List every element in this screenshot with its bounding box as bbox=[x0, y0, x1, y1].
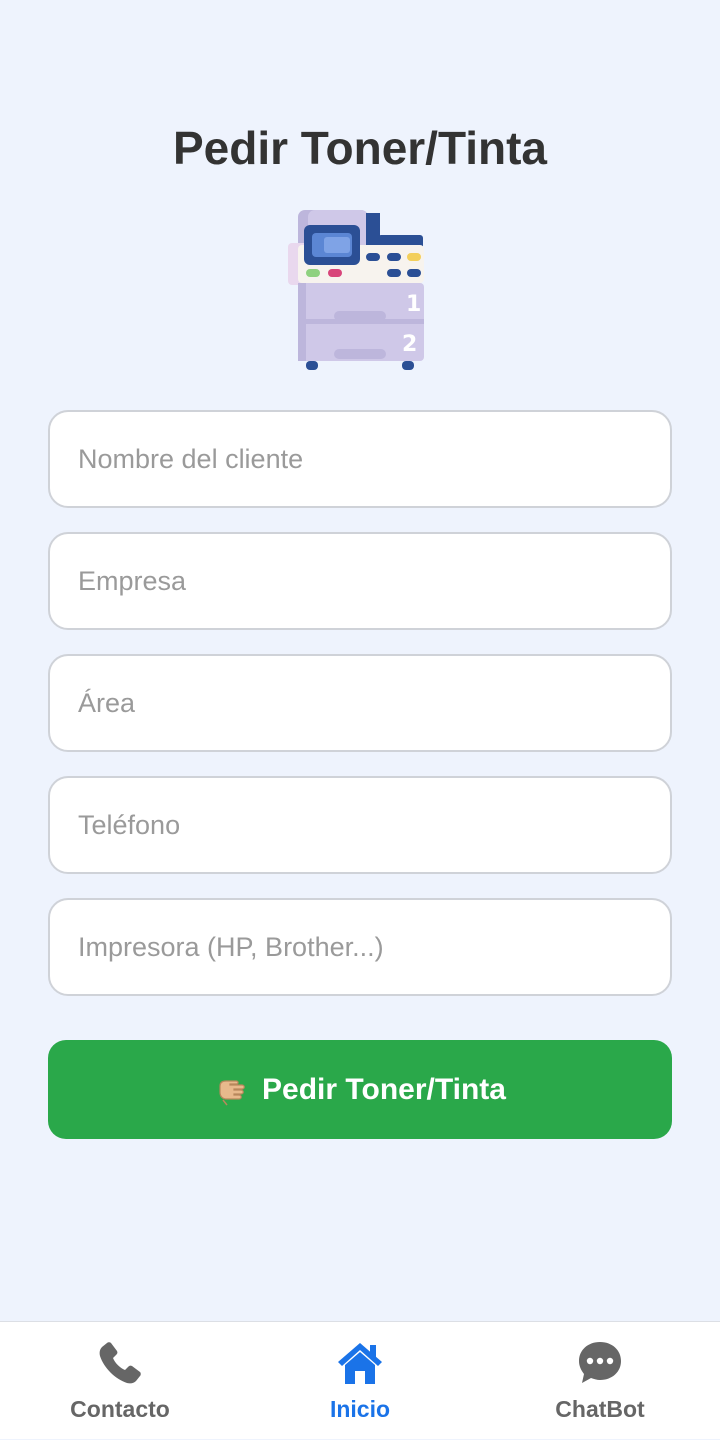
pedir-toner-button-label: Pedir Toner/Tinta bbox=[262, 1072, 506, 1106]
hand-pointing-icon bbox=[219, 1079, 245, 1105]
printer-copier-icon: 1 2 bbox=[288, 210, 424, 370]
pedir-toner-button[interactable]: Pedir Toner/Tinta bbox=[48, 1040, 672, 1139]
nav-label-contacto: Contacto bbox=[70, 1396, 170, 1422]
bottom-nav: Contacto Inicio ChatBot bbox=[0, 1321, 720, 1439]
nav-item-inicio[interactable]: Inicio bbox=[240, 1322, 480, 1440]
svg-text:2: 2 bbox=[402, 332, 417, 357]
impresora-input[interactable] bbox=[48, 898, 672, 996]
nav-label-chatbot: ChatBot bbox=[555, 1396, 645, 1422]
nav-label-inicio: Inicio bbox=[329, 1396, 391, 1422]
page-title: Pedir Toner/Tinta bbox=[172, 122, 548, 174]
svg-text:1: 1 bbox=[406, 292, 421, 317]
chat-bubble-icon bbox=[579, 1342, 621, 1383]
area-input[interactable] bbox=[48, 654, 672, 752]
empresa-input[interactable] bbox=[48, 532, 672, 630]
phone-icon bbox=[99, 1342, 141, 1384]
nav-item-chatbot[interactable]: ChatBot bbox=[480, 1322, 720, 1440]
nav-item-contacto[interactable]: Contacto bbox=[0, 1322, 240, 1440]
telefono-input[interactable] bbox=[48, 776, 672, 874]
nombre-cliente-input[interactable] bbox=[48, 410, 672, 508]
home-icon bbox=[338, 1343, 382, 1384]
